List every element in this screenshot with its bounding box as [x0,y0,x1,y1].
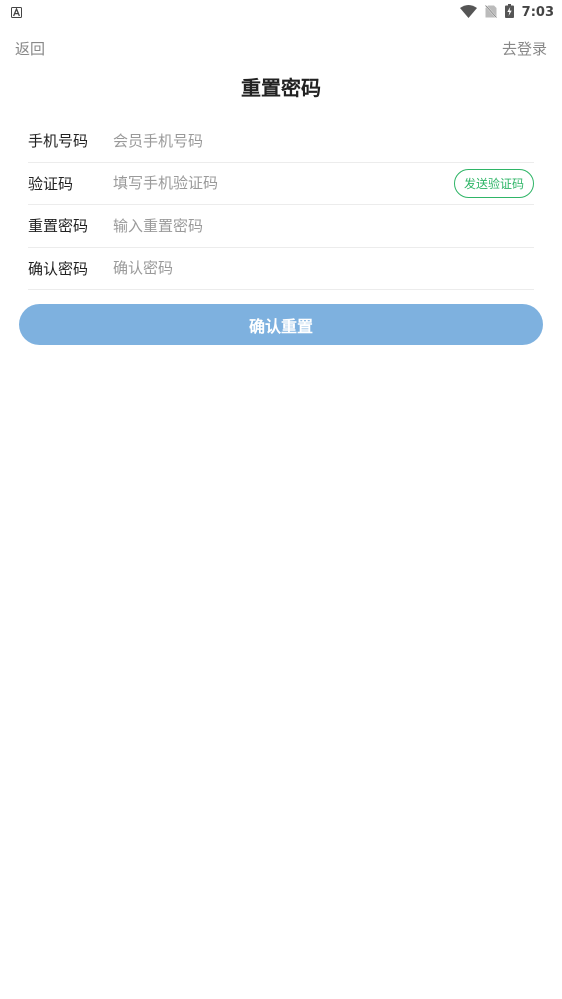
nav-bar: 返回 去登录 [0,28,562,68]
status-bar: 7:03 [0,0,562,24]
page-title: 重置密码 [241,76,321,100]
go-login-button[interactable]: 去登录 [502,38,547,59]
new-password-label: 重置密码 [28,217,89,236]
status-time: 7:03 [521,4,554,20]
phone-row: 手机号码 [28,120,534,163]
confirm-password-row: 确认密码 [28,248,534,290]
send-code-button[interactable]: 发送验证码 [453,168,534,198]
phone-label: 手机号码 [28,132,89,151]
confirm-password-label: 确认密码 [28,259,89,278]
no-sim-icon [484,3,497,22]
app-a-icon [11,3,22,22]
confirm-reset-button[interactable]: 确认重置 [19,304,543,345]
new-password-input[interactable] [113,216,534,235]
reset-form: 手机号码 验证码 发送验证码 重置密码 确认密码 [28,120,534,290]
code-input[interactable] [113,174,454,193]
back-button[interactable]: 返回 [15,38,45,59]
wifi-icon [459,3,477,22]
status-right: 7:03 [459,3,554,22]
phone-input[interactable] [113,131,534,150]
battery-charging-icon [504,3,514,22]
status-left [11,3,22,22]
code-row: 验证码 发送验证码 [28,163,534,205]
confirm-password-input[interactable] [113,259,534,278]
code-label: 验证码 [28,174,74,193]
new-password-row: 重置密码 [28,205,534,248]
